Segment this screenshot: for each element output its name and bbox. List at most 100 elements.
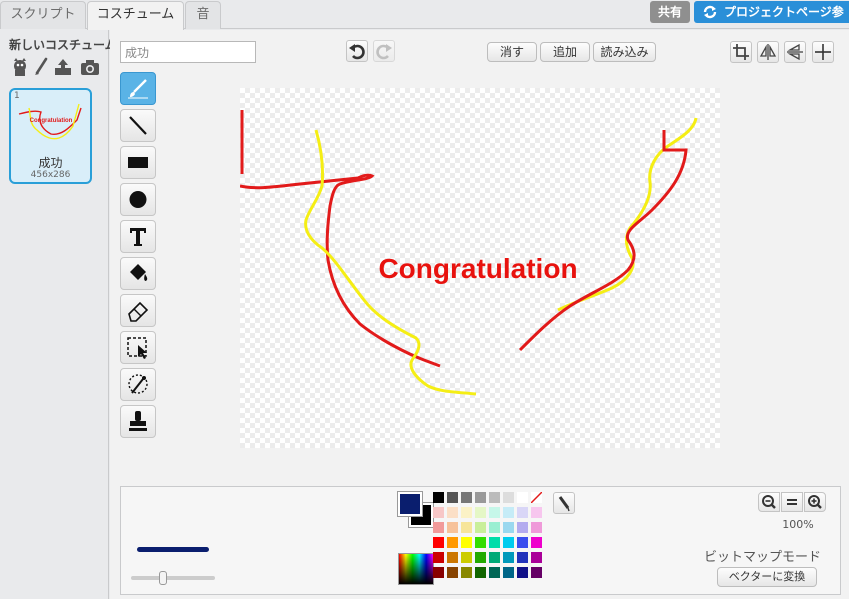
color-swatch[interactable]	[517, 537, 528, 548]
color-swatch[interactable]	[475, 552, 486, 563]
color-swatch[interactable]	[489, 537, 500, 548]
share-button[interactable]: 共有	[650, 1, 690, 23]
project-page-button[interactable]: プロジェクトページ参	[694, 1, 849, 23]
line-tool[interactable]	[120, 109, 156, 142]
color-swatch[interactable]	[461, 537, 472, 548]
paint-brush-icon[interactable]	[33, 57, 49, 77]
color-swatch[interactable]	[517, 507, 528, 518]
color-swatch[interactable]	[475, 567, 486, 578]
color-swatch[interactable]	[503, 492, 514, 503]
text-tool[interactable]	[120, 220, 156, 253]
color-swatch[interactable]	[489, 507, 500, 518]
color-swatch[interactable]	[503, 552, 514, 563]
color-swatch[interactable]	[503, 537, 514, 548]
tab-sounds[interactable]: 音	[185, 1, 221, 29]
color-swatch[interactable]	[489, 522, 500, 533]
color-palette	[433, 491, 547, 594]
color-swatch[interactable]	[531, 507, 542, 518]
eyedropper-button[interactable]	[553, 492, 575, 514]
color-swatch[interactable]	[461, 507, 472, 518]
ellipse-tool[interactable]	[120, 183, 156, 216]
flip-vertical-button[interactable]	[784, 41, 806, 63]
primary-color-swatch[interactable]	[397, 491, 423, 517]
color-swatch[interactable]	[433, 522, 444, 533]
zoom-reset-button[interactable]	[781, 492, 803, 512]
magic-wand-icon	[128, 374, 148, 394]
redo-button[interactable]	[373, 40, 395, 62]
color-swatch[interactable]	[433, 492, 444, 503]
costume-name-input[interactable]	[120, 41, 256, 63]
camera-icon[interactable]	[80, 59, 100, 76]
tab-scripts[interactable]: スクリプト	[0, 1, 86, 29]
color-swatch[interactable]	[503, 567, 514, 578]
stamp-tool[interactable]	[120, 405, 156, 438]
rectangle-tool[interactable]	[120, 146, 156, 179]
color-swatch[interactable]	[475, 507, 486, 518]
crop-button[interactable]	[730, 41, 752, 63]
color-swatch[interactable]	[489, 552, 500, 563]
choose-from-library-icon[interactable]	[10, 57, 30, 77]
color-swatch[interactable]	[475, 492, 486, 503]
transparent-swatch[interactable]	[530, 491, 543, 504]
color-swatch[interactable]	[433, 537, 444, 548]
brush-width-slider-handle[interactable]	[159, 571, 167, 585]
brush-width-slider[interactable]	[131, 576, 215, 580]
zoom-in-button[interactable]	[804, 492, 826, 512]
color-swatch[interactable]	[489, 567, 500, 578]
color-swatch[interactable]	[503, 507, 514, 518]
undo-button[interactable]	[346, 40, 368, 62]
color-swatch[interactable]	[531, 567, 542, 578]
select-tool[interactable]	[120, 331, 156, 364]
color-swatch[interactable]	[461, 492, 472, 503]
upload-icon[interactable]	[53, 57, 73, 77]
color-swatch[interactable]	[475, 522, 486, 533]
flip-horizontal-button[interactable]	[757, 41, 779, 63]
color-spectrum-button[interactable]	[398, 553, 434, 585]
color-swatch[interactable]	[461, 567, 472, 578]
color-swatch[interactable]	[531, 522, 542, 533]
brush-tool[interactable]	[120, 72, 156, 105]
color-swatch[interactable]	[503, 522, 514, 533]
color-swatch[interactable]	[475, 537, 486, 548]
import-button[interactable]: 読み込み	[593, 42, 656, 62]
add-button[interactable]: 追加	[540, 42, 590, 62]
color-swatch[interactable]	[531, 537, 542, 548]
flip-horizontal-icon	[759, 44, 777, 60]
congratulation-text: Congratulation	[378, 253, 577, 284]
bitmap-mode-label: ビットマップモード	[704, 550, 822, 565]
set-center-button[interactable]	[812, 41, 834, 63]
color-swatch[interactable]	[531, 552, 542, 563]
color-swatch[interactable]	[461, 522, 472, 533]
color-swatch[interactable]	[433, 552, 444, 563]
eraser-tool[interactable]	[120, 294, 156, 327]
stamp-icon	[129, 411, 147, 431]
tab-costumes[interactable]: コスチューム	[87, 1, 184, 30]
color-swatch[interactable]	[447, 522, 458, 533]
color-swatch[interactable]	[489, 492, 500, 503]
eyedropper-icon	[558, 496, 570, 512]
color-swatch[interactable]	[447, 537, 458, 548]
line-icon	[129, 116, 147, 135]
magic-wand-tool[interactable]	[120, 368, 156, 401]
color-swatch[interactable]	[517, 492, 528, 503]
convert-to-vector-button[interactable]: ベクターに変換	[717, 567, 817, 587]
color-swatch[interactable]	[447, 552, 458, 563]
color-swatch[interactable]	[461, 552, 472, 563]
zoom-out-button[interactable]	[758, 492, 780, 512]
zoom-out-icon	[762, 495, 776, 509]
costume-thumbnail[interactable]: 1 Congratulation 成功 456x286	[9, 88, 92, 184]
color-swatch[interactable]	[517, 522, 528, 533]
color-swatch[interactable]	[447, 507, 458, 518]
color-swatch[interactable]	[517, 552, 528, 563]
color-swatch[interactable]	[517, 567, 528, 578]
fill-tool[interactable]	[120, 257, 156, 290]
drawing-canvas[interactable]: Congratulation	[239, 88, 720, 448]
clear-button[interactable]: 消す	[487, 42, 537, 62]
zoom-in-icon	[808, 495, 822, 509]
color-swatch[interactable]	[433, 507, 444, 518]
color-swatch[interactable]	[447, 492, 458, 503]
color-swatch[interactable]	[447, 567, 458, 578]
red-stroke-left	[239, 110, 441, 368]
color-swatch[interactable]	[433, 567, 444, 578]
brush-icon	[128, 79, 148, 99]
